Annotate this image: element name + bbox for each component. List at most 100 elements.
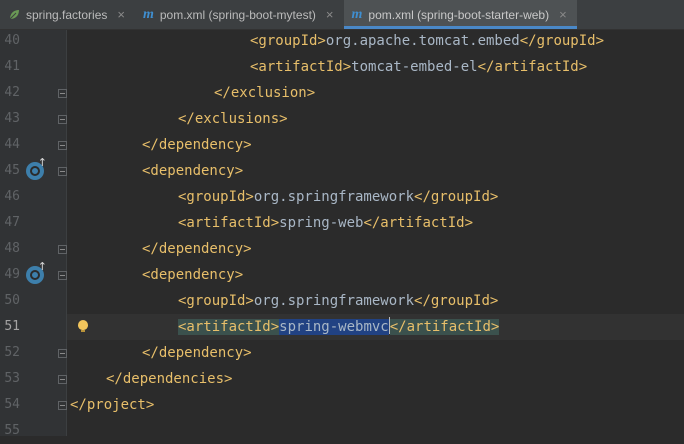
line-number: 40 [4,33,20,48]
code-line[interactable]: 55 [0,418,684,444]
fold-marker-icon[interactable] [58,401,67,410]
selected-text: spring-webmvc [279,319,389,335]
tab-label: pom.xml (spring-boot-mytest) [159,7,316,22]
xml-tag: <dependency> [142,267,244,283]
line-number: 52 [4,345,20,360]
tab-label: spring.factories [26,7,108,22]
overrides-icon[interactable] [26,260,47,284]
xml-tag: </artifactId> [389,319,500,335]
line-number: 44 [4,137,20,152]
line-number: 42 [4,85,20,100]
code-line[interactable]: 43 </exclusions> [0,106,684,132]
code-text: <dependency> [142,262,243,288]
line-number: 47 [4,215,20,230]
line-number: 53 [4,371,20,386]
code-line[interactable]: 42 </exclusion> [0,80,684,106]
tab-spring-factories[interactable]: spring.factories × [0,0,135,29]
line-number: 51 [4,319,20,334]
close-icon[interactable]: × [117,7,125,22]
xml-tag: </exclusions> [178,111,288,127]
code-text: <artifactId>spring-webmvc</artifactId> [178,314,500,340]
xml-tag: </project> [70,397,155,413]
xml-tag: </artifactId> [477,59,588,75]
code-line[interactable]: 47 <artifactId>spring-web</artifactId> [0,210,684,236]
code-text: </exclusions> [178,106,288,132]
code-line[interactable]: 49 <dependency> [0,260,684,288]
xml-text: org.springframework [253,293,415,309]
code-editor[interactable]: 40 <groupId>org.apache.tomcat.embed</grou… [0,28,684,438]
lightbulb-icon[interactable] [78,320,88,332]
code-line[interactable]: 44 </dependency> [0,132,684,158]
maven-m-icon: m [142,6,154,22]
code-text: <groupId>org.springframework</groupId> [178,288,498,314]
xml-tag: <dependency> [142,163,244,179]
xml-tag: </exclusion> [214,85,316,101]
xml-tag: </artifactId> [363,215,474,231]
xml-tag: </groupId> [519,33,605,49]
fold-marker-icon[interactable] [58,141,67,150]
code-text: <artifactId>spring-web</artifactId> [178,210,473,236]
line-number: 50 [4,293,20,308]
xml-tag: </dependency> [142,241,252,257]
fold-marker-icon[interactable] [58,349,67,358]
overrides-icon[interactable] [26,156,47,180]
code-text: <dependency> [142,158,243,184]
code-text: </project> [70,392,154,418]
code-text: <artifactId>tomcat-embed-el</artifactId> [250,54,587,80]
xml-tag: </groupId> [414,189,499,205]
tab-label: pom.xml (spring-boot-starter-web) [368,7,550,22]
xml-tag: <artifactId> [178,215,280,231]
line-number: 46 [4,189,20,204]
code-line[interactable]: 40 <groupId>org.apache.tomcat.embed</grou… [0,28,684,54]
xml-tag: </dependency> [142,137,252,153]
code-line[interactable]: 54 </project> [0,392,684,418]
code-line[interactable]: 51 <artifactId>spring-webmvc</artifactId> [0,314,684,340]
xml-tag: </dependency> [142,345,252,361]
code-line[interactable]: 41 <artifactId>tomcat-embed-el</artifactI… [0,54,684,80]
xml-tag: </dependencies> [106,371,233,387]
code-line[interactable]: 50 <groupId>org.springframework</groupId> [0,288,684,314]
code-text: <groupId>org.apache.tomcat.embed</groupI… [250,28,604,54]
fold-marker-icon[interactable] [58,115,67,124]
line-number: 55 [4,423,20,438]
editor-tab-bar: spring.factories × m pom.xml (spring-boo… [0,0,684,30]
fold-marker-icon[interactable] [58,375,67,384]
close-icon[interactable]: × [326,7,334,22]
maven-m-icon: m [351,6,363,22]
code-text: <groupId>org.springframework</groupId> [178,184,498,210]
line-number: 43 [4,111,20,126]
code-line[interactable]: 48 </dependency> [0,236,684,262]
xml-tag: <artifactId> [178,319,280,335]
xml-text: tomcat-embed-el [351,59,478,75]
fold-marker-icon[interactable] [58,89,67,98]
line-number: 41 [4,59,20,74]
line-number: 49 [4,267,20,282]
xml-text: org.springframework [253,189,415,205]
close-icon[interactable]: × [559,7,567,22]
code-line[interactable]: 52 </dependency> [0,340,684,366]
code-text: </dependency> [142,132,252,158]
xml-tag: <groupId> [250,33,326,49]
leaf-icon [9,9,19,19]
tab-pom-starter-web[interactable]: m pom.xml (spring-boot-starter-web) × [343,0,577,29]
line-number: 45 [4,163,20,178]
xml-text: org.apache.tomcat.embed [325,33,520,49]
tab-pom-mytest[interactable]: m pom.xml (spring-boot-mytest) × [135,0,344,29]
code-text: </dependencies> [106,366,232,392]
code-line[interactable]: 53 </dependencies> [0,366,684,392]
xml-tag: <artifactId> [250,59,352,75]
line-number: 48 [4,241,20,256]
xml-text: spring-web [279,215,364,231]
fold-marker-icon[interactable] [58,271,67,280]
code-text: </dependency> [142,340,252,366]
code-text: </dependency> [142,236,252,262]
xml-tag: <groupId> [178,189,254,205]
code-line[interactable]: 45 <dependency> [0,156,684,184]
xml-tag: <groupId> [178,293,254,309]
fold-marker-icon[interactable] [58,167,67,176]
code-text: </exclusion> [214,80,315,106]
fold-marker-icon[interactable] [58,245,67,254]
code-line[interactable]: 46 <groupId>org.springframework</groupId> [0,184,684,210]
xml-tag: </groupId> [414,293,499,309]
line-number: 54 [4,397,20,412]
